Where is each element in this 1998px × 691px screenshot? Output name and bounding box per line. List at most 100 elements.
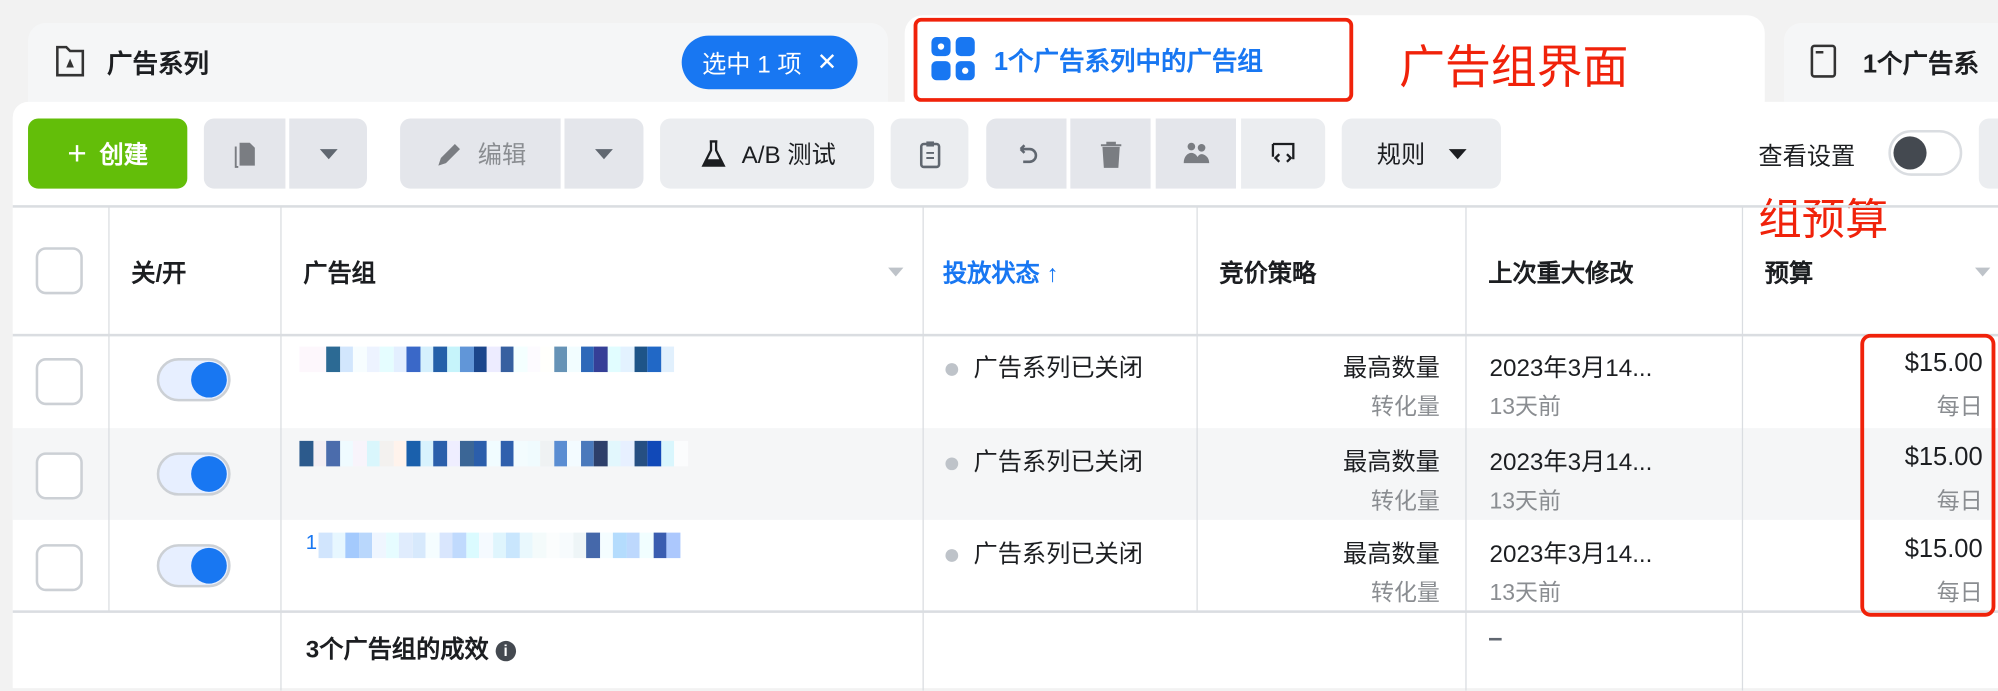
adset-name-redacted[interactable] xyxy=(299,346,675,373)
summary-last-edit: – xyxy=(1488,624,1503,653)
delivery-text: 广告系列已关闭 xyxy=(973,355,1143,383)
summary-row: 3个广告组的成效 i xyxy=(306,631,516,665)
rules-label: 规则 xyxy=(1376,142,1426,170)
select-all-checkbox[interactable] xyxy=(35,247,83,295)
clipboard-button[interactable] xyxy=(890,118,969,189)
divider xyxy=(1741,206,1744,691)
caret-down-icon xyxy=(319,148,338,159)
adset-on-off-toggle[interactable] xyxy=(156,358,231,402)
delivery-status: 广告系列已关闭 xyxy=(945,443,1143,477)
flask-icon xyxy=(701,139,726,167)
bid-strategy-sub: 转化量 xyxy=(1371,488,1440,514)
sort-caret-icon[interactable] xyxy=(888,267,904,277)
annotation-box xyxy=(913,17,1354,102)
status-dot-icon xyxy=(945,457,959,471)
duplicate-dropdown[interactable] xyxy=(289,118,367,189)
create-button[interactable]: + 创建 xyxy=(28,118,188,189)
main-panel xyxy=(12,101,1998,689)
header-last-edit[interactable]: 上次重大修改 xyxy=(1488,255,1633,289)
rules-dropdown[interactable]: 规则 xyxy=(1341,118,1502,189)
header-budget[interactable]: 预算 xyxy=(1765,255,1813,289)
status-dot-icon xyxy=(945,549,959,562)
edit-button[interactable]: 编辑 xyxy=(400,118,561,189)
delete-button[interactable] xyxy=(1070,118,1151,189)
edit-label: 编辑 xyxy=(477,142,527,170)
last-edit-date: 2023年3月14... xyxy=(1489,541,1653,569)
header-bid-strategy[interactable]: 竞价策略 xyxy=(1219,255,1316,289)
ab-test-label: A/B 测试 xyxy=(741,142,836,170)
divider xyxy=(12,333,1998,337)
people-icon xyxy=(1183,142,1209,163)
divider xyxy=(280,206,282,691)
header-toggle: 关/开 xyxy=(131,261,187,288)
row-checkbox[interactable] xyxy=(35,358,83,406)
caret-down-icon xyxy=(595,148,613,159)
ab-test-button[interactable]: A/B 测试 xyxy=(660,118,875,189)
more-button[interactable] xyxy=(1978,118,1998,189)
row-checkbox[interactable] xyxy=(35,544,83,592)
pencil-icon xyxy=(438,143,460,166)
toggle-knob xyxy=(191,456,227,492)
tab-label: 广告系列 xyxy=(107,50,209,79)
duplicate-button[interactable] xyxy=(203,118,286,189)
view-settings-toggle[interactable] xyxy=(1888,129,1963,176)
ad-icon xyxy=(1810,44,1837,78)
last-edit-ago: 13天前 xyxy=(1489,393,1561,420)
adset-on-off-toggle[interactable] xyxy=(156,452,231,496)
adset-on-off-toggle[interactable] xyxy=(156,544,231,588)
swap-icon xyxy=(1271,142,1295,162)
annotation-budget: 组预算 xyxy=(1758,196,1889,245)
divider xyxy=(12,610,1998,613)
divider xyxy=(1196,206,1198,612)
divider xyxy=(108,206,110,612)
last-edit-ago: 13天前 xyxy=(1489,579,1561,606)
tab-label: 1个广告系 xyxy=(1862,50,1979,79)
folder-icon xyxy=(56,45,85,77)
toggle-knob xyxy=(191,361,227,398)
status-dot-icon xyxy=(945,363,959,376)
caret-down-icon xyxy=(1448,148,1466,159)
bid-strategy-sub: 转化量 xyxy=(1371,393,1440,420)
adset-name-redacted[interactable] xyxy=(318,532,680,559)
undo-button[interactable] xyxy=(986,118,1067,189)
tab-ads[interactable]: 1个广告系 xyxy=(1783,22,1998,113)
header-adset[interactable]: 广告组 xyxy=(303,255,376,289)
divider xyxy=(12,205,1998,208)
bid-strategy: 最高数量 xyxy=(1342,355,1440,383)
toggle-knob xyxy=(1893,136,1927,170)
row-checkbox[interactable] xyxy=(35,452,83,500)
toggle-knob xyxy=(191,547,227,584)
bid-strategy: 最高数量 xyxy=(1342,541,1440,569)
last-edit-ago: 13天前 xyxy=(1489,488,1561,514)
delivery-status: 广告系列已关闭 xyxy=(945,535,1143,569)
plus-icon: + xyxy=(67,133,87,173)
info-icon[interactable]: i xyxy=(495,640,516,662)
clipboard-icon xyxy=(919,140,940,168)
edit-dropdown[interactable] xyxy=(564,118,644,189)
close-icon[interactable]: ✕ xyxy=(817,48,837,77)
sort-caret-icon[interactable] xyxy=(1975,267,1991,277)
bid-strategy-sub: 转化量 xyxy=(1371,579,1440,606)
summary-label: 3个广告组的成效 xyxy=(305,637,489,664)
adset-name-redacted[interactable] xyxy=(299,440,688,467)
divider xyxy=(1465,206,1467,691)
compare-button[interactable] xyxy=(1241,118,1326,189)
divider xyxy=(922,206,924,691)
undo-icon xyxy=(1019,143,1037,163)
last-edit-date: 2023年3月14... xyxy=(1489,449,1653,477)
copy-icon xyxy=(234,142,255,168)
last-edit-date: 2023年3月14... xyxy=(1489,355,1653,383)
annotation-box xyxy=(1860,333,1996,617)
view-settings-label: 查看设置 xyxy=(1758,143,1856,171)
annotation-adset-ui: 广告组界面 xyxy=(1399,40,1629,94)
delivery-text: 广告系列已关闭 xyxy=(973,541,1143,569)
header-delivery[interactable]: 投放状态 ↑ xyxy=(943,255,1059,289)
bid-strategy: 最高数量 xyxy=(1342,449,1440,477)
delivery-status: 广告系列已关闭 xyxy=(945,349,1143,383)
delivery-text: 广告系列已关闭 xyxy=(973,449,1143,477)
audience-button[interactable] xyxy=(1155,118,1236,189)
selected-badge[interactable]: 选中 1 项 ✕ xyxy=(681,35,858,90)
tab-campaigns[interactable]: 广告系列 选中 1 项 ✕ xyxy=(28,22,889,113)
trash-icon xyxy=(1100,141,1121,168)
adset-name-prefix[interactable]: 1 xyxy=(306,533,317,556)
